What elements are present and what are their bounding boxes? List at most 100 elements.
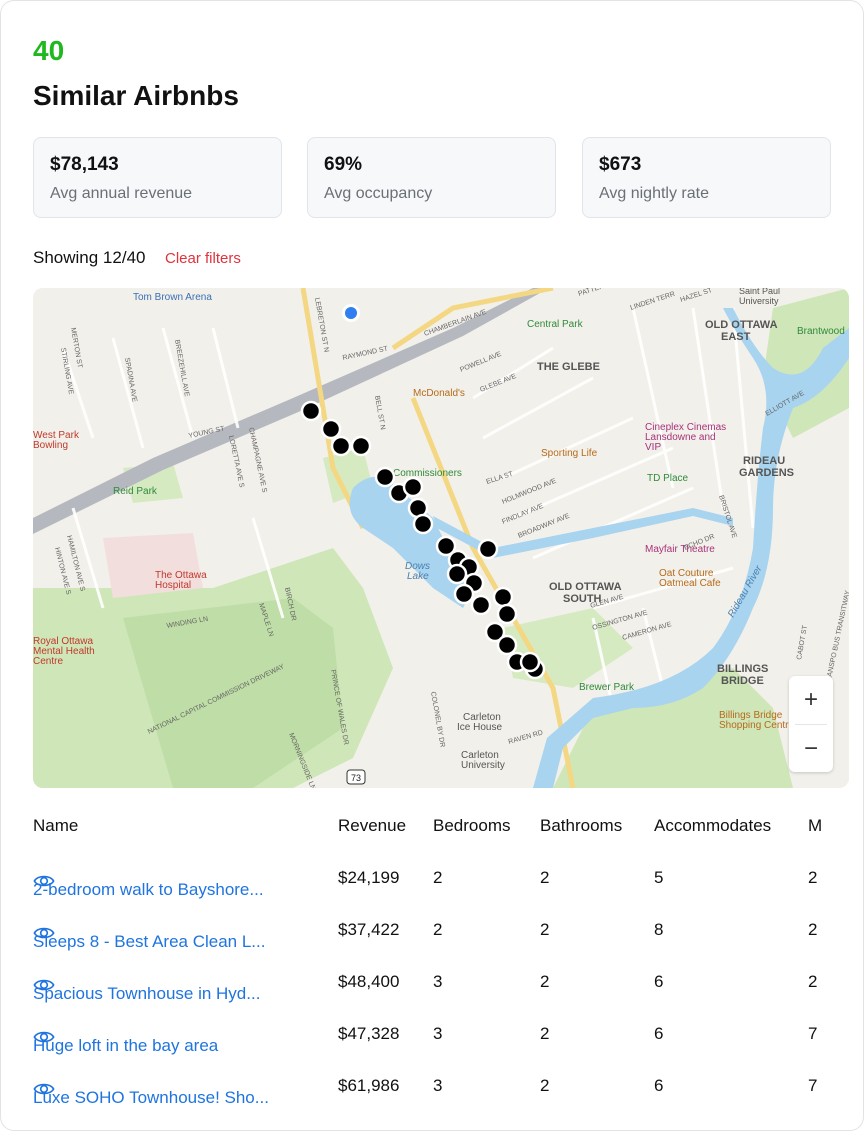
- listing-name-cell: Huge loft in the bay area: [33, 1026, 218, 1055]
- column-header-bedrooms[interactable]: Bedrooms: [433, 816, 510, 836]
- m-cell: 2: [808, 972, 818, 991]
- revenue-cell: $24,199: [338, 868, 400, 887]
- listing-marker[interactable]: [300, 400, 322, 422]
- revenue-cell: $47,328: [338, 1024, 400, 1043]
- m-cell: 2: [808, 868, 818, 887]
- clear-filters-link[interactable]: Clear filters: [165, 249, 241, 269]
- map-label: Brantwood: [797, 326, 845, 337]
- map-label: BRIDGE: [721, 675, 764, 687]
- showing-count: Showing 12/40: [33, 248, 146, 267]
- map-label: Commissioners: [393, 468, 462, 479]
- listing-name-cell: Luxe SOHO Townhouse! Sho...: [33, 1078, 269, 1107]
- listing-count: 40: [33, 35, 65, 66]
- map-label: University: [461, 760, 505, 771]
- accommodates-cell: 8: [654, 920, 664, 939]
- listing-marker[interactable]: [446, 563, 468, 585]
- listing-name-cell: Spacious Townhouse in Hyd...: [33, 974, 260, 1003]
- map-label: BILLINGS: [717, 663, 768, 675]
- map-label: Brewer Park: [579, 682, 635, 693]
- table-row: Luxe SOHO Townhouse! Sho... $61,986 3 2 …: [33, 1066, 863, 1118]
- table-row: Sleeps 8 - Best Area Clean L... $37,422 …: [33, 910, 863, 962]
- accommodates-cell: 5: [654, 868, 664, 887]
- accommodates-cell: 6: [654, 1024, 664, 1043]
- zoom-controls: + −: [789, 676, 833, 772]
- bathrooms-cell: 2: [540, 1076, 550, 1095]
- map-label: Shopping Centre: [719, 720, 794, 731]
- bedrooms-cell: 2: [433, 868, 443, 887]
- bedrooms-cell: 3: [433, 1024, 443, 1043]
- column-header-accommodates[interactable]: Accommodates: [654, 816, 771, 836]
- map-label: Oatmeal Cafe: [659, 578, 721, 589]
- listing-link[interactable]: Spacious Townhouse in Hyd...: [33, 984, 283, 1004]
- listing-name-cell: 2-bedroom walk to Bayshore...: [33, 870, 264, 899]
- map-label: Saint Paul: [739, 288, 780, 296]
- map-label: GARDENS: [739, 467, 794, 479]
- table-row: 2-bedroom walk to Bayshore... $24,199 2 …: [33, 858, 863, 910]
- bathrooms-cell: 2: [540, 920, 550, 939]
- map-label: EAST: [721, 331, 751, 343]
- listing-link[interactable]: Sleeps 8 - Best Area Clean L...: [33, 932, 283, 952]
- listing-marker[interactable]: [402, 476, 424, 498]
- map-label: Bowling: [33, 440, 68, 451]
- map-label: THE GLEBE: [537, 361, 600, 373]
- column-header-bathrooms[interactable]: Bathrooms: [540, 816, 622, 836]
- accommodates-cell: 6: [654, 1076, 664, 1095]
- stat-card-nightly-rate: $673 Avg nightly rate: [582, 137, 831, 218]
- map-label: Ice House: [457, 722, 502, 733]
- listing-marker[interactable]: [453, 583, 475, 605]
- listing-marker[interactable]: [374, 466, 396, 488]
- listing-marker[interactable]: [477, 538, 499, 560]
- listing-link[interactable]: 2-bedroom walk to Bayshore...: [33, 880, 283, 900]
- stat-card-revenue: $78,143 Avg annual revenue: [33, 137, 282, 218]
- listing-marker[interactable]: [412, 513, 434, 535]
- stat-label: Avg nightly rate: [599, 185, 709, 202]
- bathrooms-cell: 2: [540, 972, 550, 991]
- similar-airbnbs-card: 40 Similar Airbnbs $78,143 Avg annual re…: [0, 0, 864, 1131]
- zoom-out-button[interactable]: −: [789, 725, 833, 773]
- column-header-m[interactable]: M: [808, 816, 822, 836]
- listing-marker[interactable]: [519, 651, 541, 673]
- stat-label: Avg occupancy: [324, 185, 433, 202]
- listing-marker[interactable]: [320, 418, 342, 440]
- highway-73-shield: 73: [346, 769, 366, 785]
- stat-label: Avg annual revenue: [50, 185, 193, 202]
- listing-marker[interactable]: [496, 634, 518, 656]
- bedrooms-cell: 2: [433, 920, 443, 939]
- map-label: OLD OTTAWA: [705, 319, 778, 331]
- map-label: OLD OTTAWA: [549, 581, 622, 593]
- map-canvas[interactable]: 73 Tom Brown Arena Central Park THE GLEB…: [33, 288, 849, 788]
- listing-marker[interactable]: [470, 594, 492, 616]
- listing-marker[interactable]: [350, 435, 372, 457]
- table-row: Huge loft in the bay area $47,328 3 2 6 …: [33, 1014, 863, 1066]
- table-header: Name Revenue Bedrooms Bathrooms Accommod…: [33, 806, 863, 846]
- column-header-revenue[interactable]: Revenue: [338, 816, 406, 836]
- map-label: VIP: [645, 442, 661, 453]
- revenue-cell: $61,986: [338, 1076, 400, 1095]
- column-header-name[interactable]: Name: [33, 816, 78, 836]
- bedrooms-cell: 3: [433, 972, 443, 991]
- listing-link[interactable]: Luxe SOHO Townhouse! Sho...: [33, 1088, 283, 1108]
- map-label: Hospital: [155, 580, 191, 591]
- listing-name-cell: Sleeps 8 - Best Area Clean L...: [33, 922, 265, 951]
- map-label: Lake: [407, 571, 429, 582]
- svg-text:73: 73: [351, 773, 361, 783]
- bedrooms-cell: 3: [433, 1076, 443, 1095]
- map-view[interactable]: 73 Tom Brown Arena Central Park THE GLEB…: [33, 288, 849, 788]
- listing-marker[interactable]: [496, 603, 518, 625]
- map-label: University: [739, 296, 779, 306]
- map-label: RIDEAU: [743, 455, 785, 467]
- map-label: McDonald's: [413, 388, 465, 399]
- map-label: Centre: [33, 656, 63, 667]
- stat-value: 69%: [324, 154, 363, 175]
- page-title: Similar Airbnbs: [33, 80, 239, 111]
- listing-marker[interactable]: [330, 435, 352, 457]
- accommodates-cell: 6: [654, 972, 664, 991]
- listing-marker[interactable]: [492, 586, 514, 608]
- map-label: Central Park: [527, 319, 584, 330]
- map-label: Reid Park: [113, 486, 158, 497]
- map-label: Sporting Life: [541, 448, 598, 459]
- zoom-in-button[interactable]: +: [789, 676, 833, 724]
- revenue-cell: $37,422: [338, 920, 400, 939]
- stat-card-occupancy: 69% Avg occupancy: [307, 137, 556, 218]
- listing-link[interactable]: Huge loft in the bay area: [33, 1036, 283, 1056]
